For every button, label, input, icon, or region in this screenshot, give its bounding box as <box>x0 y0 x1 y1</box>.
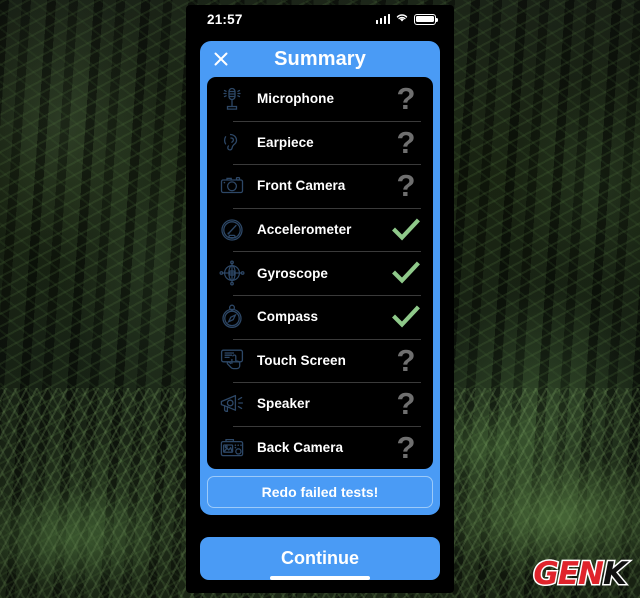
status-badge <box>389 218 423 242</box>
table-row[interactable]: Touch Screen ? <box>207 338 433 383</box>
status-badge <box>389 261 423 285</box>
genk-watermark-gen: GEN <box>532 556 606 592</box>
status-unknown-glyph: ? <box>396 81 416 117</box>
table-row[interactable]: Compass <box>207 294 433 339</box>
status-badge: ? <box>389 345 423 376</box>
checkmark-icon <box>392 261 420 284</box>
earpiece-icon <box>215 129 249 155</box>
status-bar: 21:57 <box>186 5 454 33</box>
table-row[interactable]: Front Camera ? <box>207 164 433 208</box>
table-row[interactable]: Microphone ? <box>207 77 433 121</box>
test-label: Earpiece <box>257 134 314 150</box>
status-badge <box>389 305 423 329</box>
status-icons <box>375 10 439 28</box>
test-label: Speaker <box>257 396 310 412</box>
close-icon[interactable] <box>212 50 230 68</box>
status-badge: ? <box>389 388 423 419</box>
test-label: Microphone <box>257 91 334 107</box>
status-unknown-glyph: ? <box>396 386 416 422</box>
test-label: Compass <box>257 309 319 325</box>
microphone-icon <box>215 86 249 112</box>
redo-failed-tests-button[interactable]: Redo failed tests! <box>207 476 433 509</box>
wifi-icon <box>395 10 409 28</box>
accelerometer-icon <box>215 217 249 243</box>
status-badge: ? <box>389 432 423 463</box>
status-unknown-glyph: ? <box>396 168 416 204</box>
status-time: 21:57 <box>207 11 243 27</box>
status-unknown-glyph: ? <box>396 342 416 378</box>
back-camera-icon <box>215 435 249 461</box>
genk-watermark: GENK <box>532 556 629 592</box>
status-unknown-glyph: ? <box>396 124 416 160</box>
gyroscope-icon <box>215 260 249 286</box>
table-row[interactable]: Accelerometer <box>207 207 433 252</box>
battery-full-icon <box>414 13 439 25</box>
status-unknown-glyph: ? <box>396 430 416 466</box>
page-title: Summary <box>274 47 366 70</box>
table-row[interactable]: Gyroscope <box>207 251 433 295</box>
test-result-list: Microphone ? Earpiece ? Front Camera ? A… <box>207 77 433 470</box>
checkmark-icon <box>392 305 420 328</box>
cellular-signal-icon <box>375 14 390 24</box>
test-label: Touch Screen <box>257 352 346 368</box>
home-indicator[interactable] <box>270 575 370 580</box>
table-row[interactable]: Back Camera ? <box>207 425 433 470</box>
touch-screen-icon <box>215 347 249 373</box>
continue-button[interactable]: Continue <box>200 537 440 581</box>
genk-watermark-k: K <box>601 556 628 592</box>
checkmark-icon <box>392 218 420 241</box>
test-label: Back Camera <box>257 440 344 456</box>
speaker-icon <box>215 391 249 417</box>
front-camera-icon <box>215 173 249 199</box>
test-label: Front Camera <box>257 178 346 194</box>
test-label: Accelerometer <box>257 222 352 238</box>
status-badge: ? <box>389 127 423 158</box>
compass-icon <box>215 304 249 330</box>
phone-screen: 21:57 Summary Microphone ? Earpiece ? Fr… <box>186 5 454 593</box>
summary-header: Summary <box>200 41 440 77</box>
table-row[interactable]: Speaker ? <box>207 382 433 426</box>
test-label: Gyroscope <box>257 265 328 281</box>
summary-modal: Summary Microphone ? Earpiece ? Front Ca… <box>200 41 440 516</box>
table-row[interactable]: Earpiece ? <box>207 120 433 165</box>
status-badge: ? <box>389 83 423 114</box>
status-badge: ? <box>389 170 423 201</box>
